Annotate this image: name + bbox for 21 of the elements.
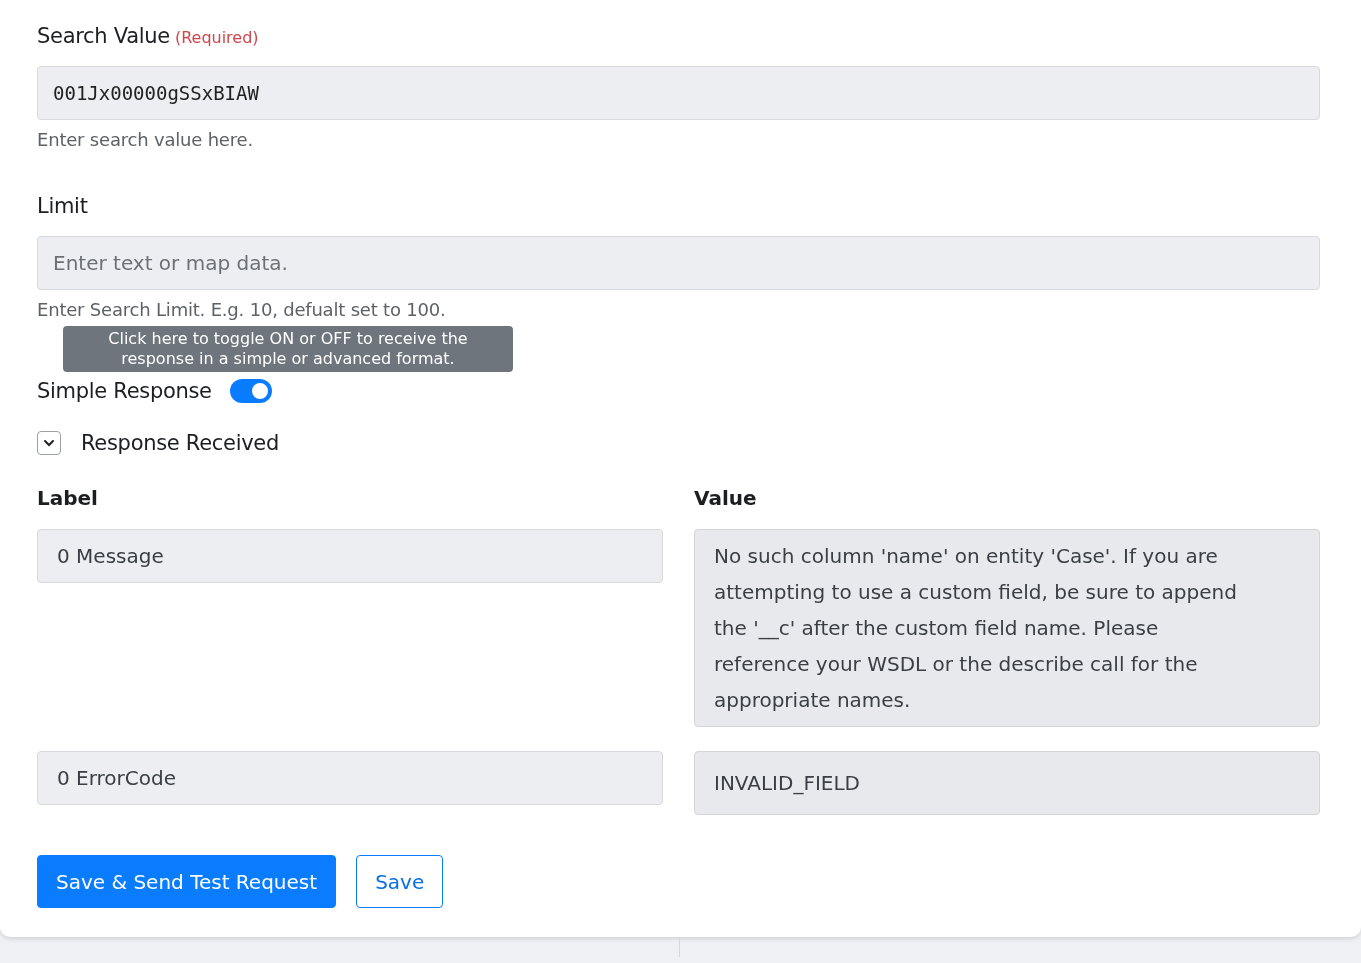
search-value-field[interactable]: 001Jx00000gSSxBIAW	[37, 66, 1320, 120]
column-header: Value	[694, 486, 758, 512]
column-header: Label	[37, 486, 99, 512]
send-test-button[interactable]: Save & Send Test Request	[37, 855, 337, 908]
toggle-label: Simple Response	[37, 379, 212, 403]
value-textarea[interactable]: INVALID_FIELD	[694, 751, 1320, 815]
required-label: (Required)	[174, 28, 259, 47]
collapse-toggle[interactable]	[37, 431, 61, 455]
section-title: Response Received	[81, 431, 279, 455]
save-button[interactable]: Save	[356, 855, 444, 908]
value-textarea[interactable]: No such column 'name' on entity 'Case'. If you are attempting to use a custom field, be sure to append the '__c' after the custom field name. Please reference your WSDL or the describe call for the appropriate names.	[694, 529, 1320, 727]
field-label: Search Value	[37, 24, 170, 48]
chevron-icon	[43, 439, 55, 447]
label-field[interactable]: 0 Message	[37, 529, 663, 583]
field-label: Limit	[37, 194, 88, 218]
field-hint: Enter Search Limit. E.g. 10, defualt set to 100.	[37, 299, 447, 320]
toggle-switch[interactable]	[229, 379, 272, 403]
limit-field[interactable]: Enter text or map data.	[37, 236, 1320, 290]
tooltip: Click here to toggle ON or OFF to receive the response in a simple or advanced format.	[63, 326, 513, 372]
label-field[interactable]: 0 ErrorCode	[37, 751, 663, 805]
field-hint: Enter search value here.	[37, 129, 254, 150]
